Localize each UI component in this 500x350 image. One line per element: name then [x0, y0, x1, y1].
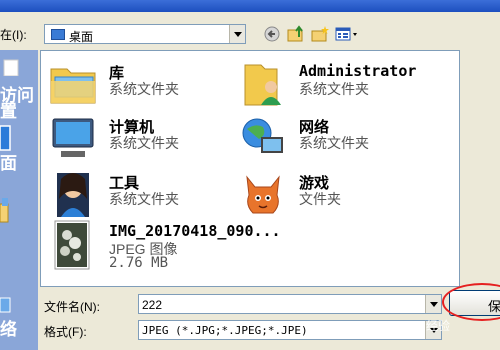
- file-type: 文件夹: [299, 191, 341, 207]
- places-bar: 访问 置 面 络: [0, 50, 38, 350]
- filename-label: 文件名(N):: [44, 300, 100, 314]
- new-folder-icon[interactable]: [310, 24, 330, 44]
- file-name: IMG_20170418_090...: [109, 222, 281, 240]
- file-item-tools[interactable]: 工具 系统文件夹: [47, 169, 227, 219]
- user-folder-icon: [244, 64, 281, 106]
- places-item-recent[interactable]: [0, 54, 38, 80]
- file-type: 系统文件夹: [109, 135, 179, 151]
- places-item-desktop[interactable]: [0, 124, 38, 154]
- back-icon[interactable]: [262, 24, 282, 44]
- network-places-icon: [0, 297, 11, 313]
- desktop-icon: [0, 125, 11, 151]
- chevron-down-icon[interactable]: [425, 295, 441, 313]
- file-type: 系统文件夹: [109, 191, 179, 207]
- places-label-desktop: 面: [0, 154, 17, 173]
- computer-icon: [52, 118, 94, 157]
- file-type: 系统文件夹: [299, 135, 369, 151]
- documents-folder-icon: [0, 198, 9, 223]
- file-type: 系统文件夹: [109, 81, 179, 97]
- look-in-label: 在(I):: [0, 28, 27, 42]
- recent-icon: [3, 59, 19, 77]
- library-icon: [50, 68, 96, 104]
- games-folder-icon: [246, 175, 280, 214]
- desktop-folder-icon: [51, 29, 65, 40]
- tools-folder-icon: [57, 173, 89, 217]
- look-in-dropdown[interactable]: 桌面: [44, 24, 246, 44]
- file-item-library[interactable]: 库 系统文件夹: [47, 59, 227, 109]
- places-label-recent-2: 置: [0, 102, 17, 121]
- file-list-view[interactable]: 库 系统文件夹 Administrator 系统文件夹 计算机 系统文件夹 网络…: [40, 50, 460, 287]
- window-titlebar: [0, 0, 500, 12]
- filetype-value: JPEG (*.JPG;*.JPEG;*.JPE): [142, 324, 308, 337]
- places-item-documents[interactable]: [0, 196, 38, 226]
- up-folder-icon[interactable]: [286, 24, 306, 44]
- file-item-network[interactable]: 网络 系统文件夹: [237, 113, 417, 163]
- file-item-games[interactable]: 游戏 文件夹: [237, 169, 417, 219]
- watermark-text: Baidu 经验: [392, 319, 451, 333]
- filetype-label: 格式(F):: [44, 325, 87, 339]
- file-name: Administrator: [299, 62, 417, 80]
- file-item-image[interactable]: IMG_20170418_090... JPEG 图像 2.76 MB: [47, 219, 347, 271]
- file-type: 系统文件夹: [299, 81, 369, 97]
- file-item-administrator[interactable]: Administrator 系统文件夹: [237, 59, 417, 109]
- places-label-network: 络: [0, 320, 17, 339]
- network-icon: [242, 118, 283, 153]
- chevron-down-icon[interactable]: [229, 25, 245, 43]
- file-size: 2.76 MB: [109, 255, 169, 271]
- view-menu-icon[interactable]: [334, 24, 360, 44]
- watermark: Baidu 经验: [382, 313, 500, 347]
- image-thumbnail-icon: [54, 220, 90, 270]
- look-in-value: 桌面: [69, 30, 94, 44]
- places-item-network[interactable]: [0, 290, 38, 320]
- filename-value: 222: [142, 298, 163, 312]
- file-item-computer[interactable]: 计算机 系统文件夹: [47, 113, 227, 163]
- filename-field[interactable]: 222: [138, 294, 442, 314]
